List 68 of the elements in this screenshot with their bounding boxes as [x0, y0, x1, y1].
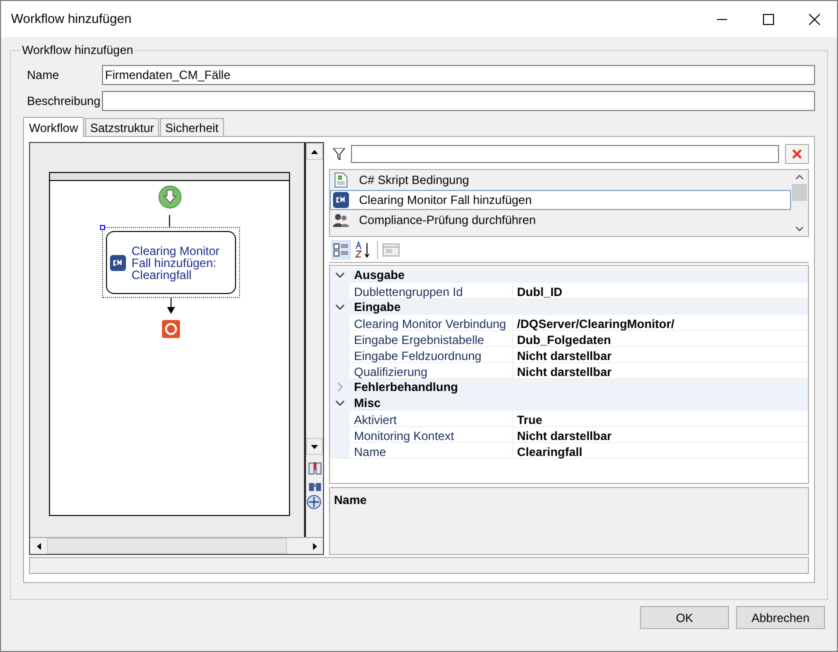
- property-value[interactable]: Nicht darstellbar: [513, 363, 612, 378]
- connector-arrow: [166, 298, 174, 314]
- category-label: Fehlerbehandlung: [353, 379, 458, 396]
- tab[interactable]: Sicherheit: [160, 118, 224, 136]
- selection-handle[interactable]: [100, 225, 104, 230]
- property-name: Name: [350, 443, 513, 458]
- property-value[interactable]: /DQServer/ClearingMonitor/: [513, 315, 674, 330]
- input-field[interactable]: [102, 91, 815, 111]
- property-name: Aktiviert: [350, 411, 513, 426]
- property-name: Qualifizierung: [350, 363, 513, 378]
- property-name: Dublettengruppen Id: [350, 283, 513, 298]
- property-value[interactable]: Clearingfall: [513, 443, 582, 458]
- close-icon: [808, 14, 820, 24]
- item-label: Clearing Monitor Fall hinzufügen: [359, 192, 532, 209]
- category-label: Misc: [353, 395, 381, 412]
- clear-filter-button[interactable]: [785, 144, 809, 164]
- property-value[interactable]: Dub_Folgedaten: [513, 331, 612, 346]
- property-value[interactable]: Dubl_ID: [513, 283, 562, 298]
- description-title: Name: [334, 493, 367, 507]
- people-icon: [333, 212, 349, 228]
- input-field[interactable]: Firmendaten_CM_Fälle: [102, 65, 815, 85]
- down-triangle-icon: [311, 444, 318, 448]
- up-triangle-icon: [311, 150, 318, 154]
- item-label: Compliance-Prüfung durchführen: [359, 212, 536, 229]
- move-icon[interactable]: [307, 495, 322, 510]
- chevron-down-icon[interactable]: [335, 302, 345, 312]
- right-triangle-icon: [312, 542, 316, 550]
- scrollbar-thumb[interactable]: [792, 184, 807, 201]
- item-label: C# Skript Bedingung: [359, 172, 470, 189]
- property-value[interactable]: Nicht darstellbar: [513, 347, 612, 362]
- category-label: Eingabe: [353, 299, 401, 316]
- scroll-down-button[interactable]: [306, 438, 323, 455]
- category-label: Ausgabe: [353, 267, 405, 284]
- property-name: Monitoring Kontext: [350, 427, 513, 442]
- maximize-icon: [762, 14, 774, 24]
- close-icon: [792, 149, 802, 159]
- categorized-view-icon[interactable]: [331, 240, 351, 260]
- tab[interactable]: Workflow: [23, 117, 84, 137]
- tab[interactable]: Satzstruktur: [85, 118, 160, 136]
- left-triangle-icon: [36, 542, 40, 550]
- activity-label: Clearing Monitor Fall hinzufügen: Clearingfall: [132, 244, 220, 280]
- chevron-down-icon[interactable]: [335, 270, 345, 280]
- book-icon[interactable]: [308, 461, 322, 475]
- minimize-icon: [717, 18, 727, 20]
- activity-node[interactable]: Clearing Monitor Fall hinzufügen: Clearingfall: [106, 231, 236, 294]
- field-label: Beschreibung: [26, 93, 102, 110]
- list-item[interactable]: Compliance-Prüfung durchführen: [330, 210, 791, 230]
- chevron-down-icon[interactable]: [335, 398, 345, 408]
- scrollbar-thumb[interactable]: [47, 538, 287, 554]
- property-name: Eingabe Ergebnistabelle: [350, 331, 513, 346]
- dialog-button[interactable]: Abbrechen: [736, 606, 825, 629]
- script-file-icon: [334, 172, 348, 188]
- cm-badge-icon: [333, 192, 349, 208]
- cm-badge-icon: [110, 254, 126, 270]
- list-item[interactable]: Clearing Monitor Fall hinzufügen: [330, 190, 791, 210]
- scroll-up-button[interactable]: [306, 143, 323, 160]
- window-title: Workflow hinzufügen: [10, 10, 132, 28]
- filter-icon: [333, 148, 345, 160]
- property-name: Clearing Monitor Verbindung: [350, 315, 513, 330]
- property-value[interactable]: Nicht darstellbar: [513, 427, 612, 442]
- filter-input[interactable]: [351, 145, 779, 163]
- field-label: Name: [26, 67, 60, 84]
- property-name: Eingabe Feldzuordnung: [350, 347, 513, 362]
- stop-icon: [162, 320, 180, 338]
- list-item[interactable]: C# Skript Bedingung: [330, 170, 791, 190]
- group-title: Workflow hinzufügen: [21, 42, 134, 59]
- property-value[interactable]: True: [513, 411, 542, 426]
- dialog-button[interactable]: OK: [640, 606, 729, 629]
